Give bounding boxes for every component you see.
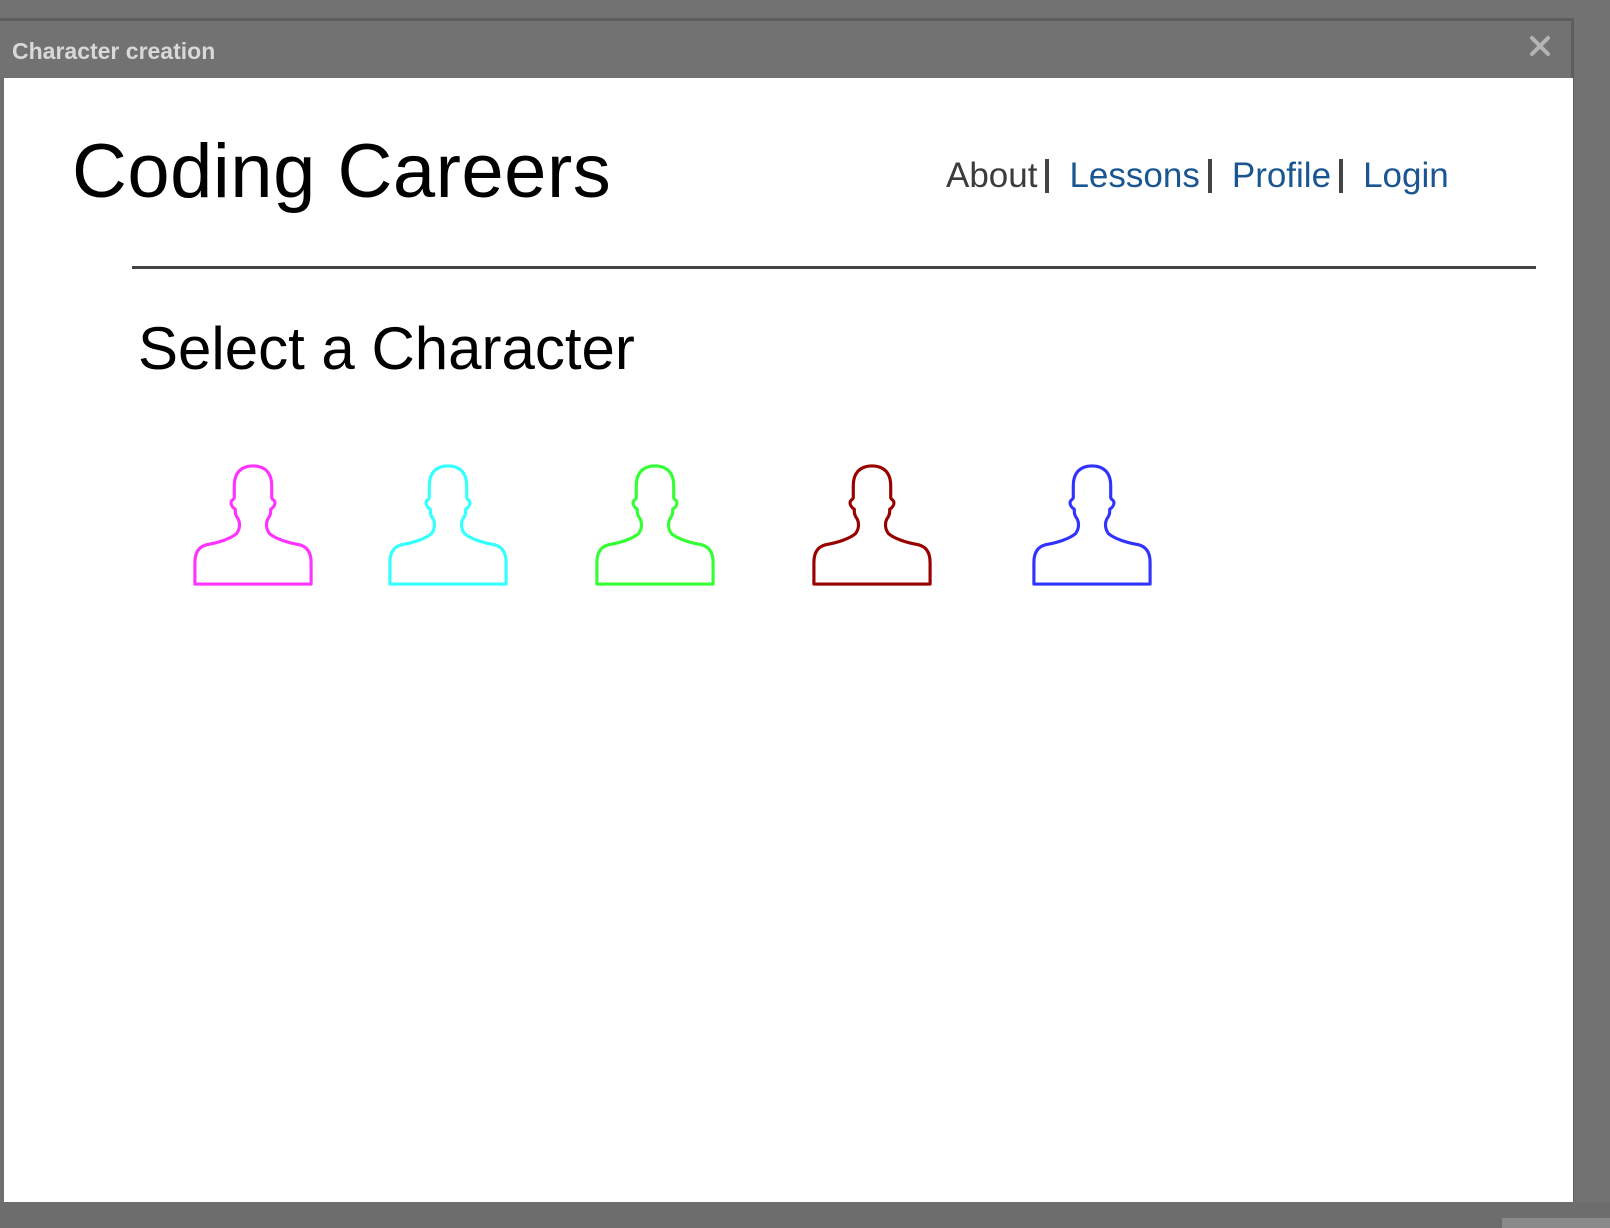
nav-separator — [1339, 159, 1344, 193]
header-divider — [132, 266, 1536, 269]
character-option-3[interactable] — [590, 460, 720, 588]
person-outline-icon — [812, 464, 932, 586]
page-content: Coding Careers About Lessons Profile Log… — [4, 78, 1573, 1202]
character-option-2[interactable] — [383, 460, 513, 588]
nav-separator — [1207, 159, 1212, 193]
resize-grip — [1502, 1218, 1610, 1228]
character-option-4[interactable] — [807, 460, 937, 588]
nav-login-link[interactable]: Login — [1363, 156, 1449, 196]
nav-separator — [1045, 159, 1050, 193]
site-title: Coding Careers — [72, 129, 612, 214]
close-icon — [1530, 36, 1550, 56]
section-heading: Select a Character — [138, 315, 635, 382]
window-bottom-edge — [0, 1202, 1610, 1228]
window-titlebar — [0, 21, 1571, 77]
person-outline-icon — [388, 464, 508, 586]
close-button[interactable] — [1522, 28, 1558, 64]
window-title: Character creation — [12, 38, 216, 64]
top-nav: About Lessons Profile Login — [946, 156, 1449, 196]
person-outline-icon — [193, 464, 313, 586]
nav-profile-link[interactable]: Profile — [1232, 156, 1331, 196]
character-option-1[interactable] — [188, 460, 318, 588]
person-outline-icon — [1032, 464, 1152, 586]
person-outline-icon — [595, 464, 715, 586]
character-option-5[interactable] — [1027, 460, 1157, 588]
nav-lessons-link[interactable]: Lessons — [1069, 156, 1199, 196]
nav-about-link[interactable]: About — [946, 156, 1037, 196]
